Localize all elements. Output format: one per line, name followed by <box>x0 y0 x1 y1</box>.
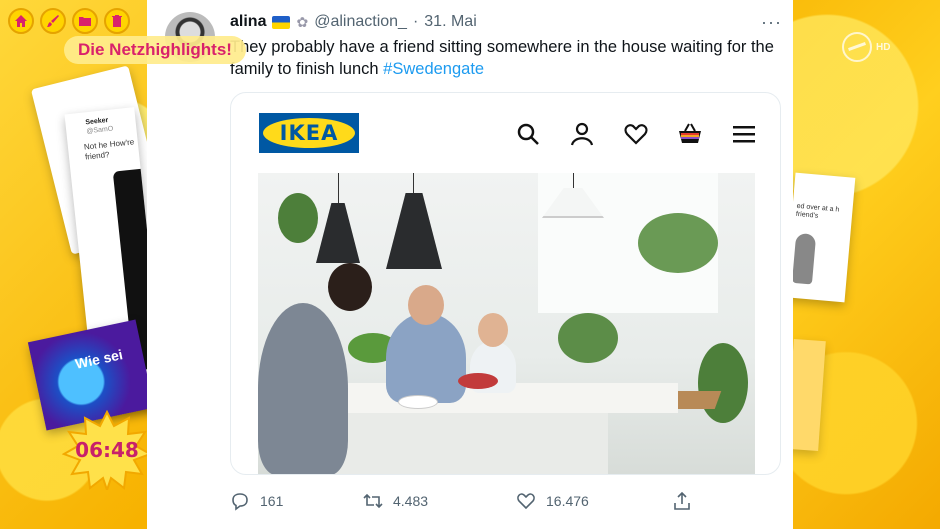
highlight-label: Die Netzhighlights! <box>64 36 246 64</box>
tweet-actions: 161 4.483 16.476 <box>230 490 700 512</box>
ukraine-flag-icon <box>272 15 291 29</box>
home-icon[interactable] <box>8 8 34 34</box>
sunflower-icon: ✿ <box>296 13 309 30</box>
reply-count: 161 <box>260 493 284 509</box>
tweet-text: They probably have a friend sitting some… <box>230 36 780 80</box>
reply-button[interactable]: 161 <box>230 491 283 511</box>
like-button[interactable]: 16.476 <box>516 491 589 511</box>
trash-icon[interactable] <box>104 8 130 34</box>
channel-hd-label: HD <box>876 42 891 53</box>
menu-icon <box>733 126 755 143</box>
ikea-logo: IKEA <box>259 113 359 153</box>
kitchen-photo <box>258 173 755 474</box>
separator-dot: · <box>412 13 419 30</box>
reply-icon <box>232 493 248 511</box>
channel-logo-icon <box>842 32 872 62</box>
clock-time: 06:48 <box>75 438 139 462</box>
tweet-media[interactable]: IKEA <box>230 92 781 475</box>
decor-user-handle: @SamO <box>86 125 114 136</box>
search-icon <box>517 123 539 145</box>
decor-figure <box>791 232 817 285</box>
ikea-header-icons <box>515 121 757 147</box>
tweet-date[interactable]: 31. Mai <box>424 13 476 31</box>
like-count: 16.476 <box>546 493 589 509</box>
ikea-logo-text: IKEA <box>263 118 355 148</box>
retweet-button[interactable]: 4.483 <box>363 491 428 511</box>
author-name[interactable]: alina <box>230 13 266 31</box>
decor-right-text: ed over at a h friend's <box>795 202 840 220</box>
tweet-header: alina ✿ @alinaction_ · 31. Mai <box>230 13 477 31</box>
decor-card-right: ed over at a h friend's <box>784 172 856 303</box>
tweet-card: alina ✿ @alinaction_ · 31. Mai ··· They … <box>147 0 793 529</box>
retweet-count: 4.483 <box>393 493 429 509</box>
account-icon <box>570 122 594 146</box>
hashtag-link[interactable]: #Swedengate <box>383 60 484 78</box>
brush-icon[interactable] <box>40 8 66 34</box>
decor-tweet-text: Not he How're friend? <box>83 137 135 162</box>
heart-icon <box>624 124 648 145</box>
tweet-body: They probably have a friend sitting some… <box>230 38 774 78</box>
author-handle[interactable]: @alinaction_ <box>314 13 407 31</box>
share-icon <box>674 491 690 510</box>
clock-badge: 06:48 <box>62 410 152 490</box>
retweet-icon <box>363 493 383 509</box>
heart-icon <box>517 493 535 510</box>
folder-icon[interactable] <box>72 8 98 34</box>
basket-icon <box>679 123 701 143</box>
share-button[interactable] <box>672 491 692 511</box>
overlay-toolbar <box>8 8 130 34</box>
more-options-icon[interactable]: ··· <box>761 12 782 33</box>
